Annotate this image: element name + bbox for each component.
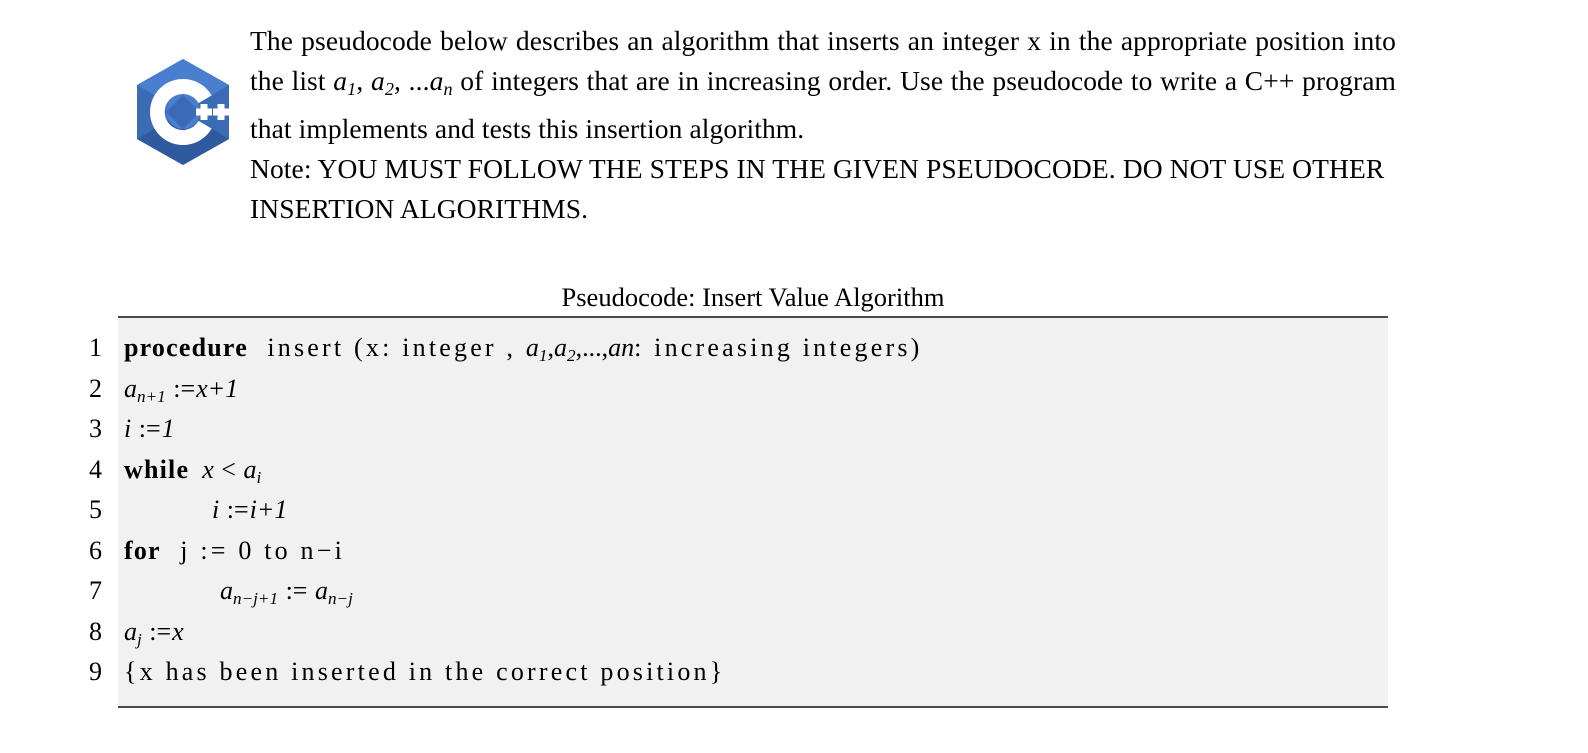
code-line-2: 2 an+1 :=x+1 (89, 369, 1388, 410)
arg-sep-b: ,..., (575, 333, 609, 362)
assign-lhs: an−j+1 (220, 576, 279, 608)
keyword-while: while (124, 454, 190, 484)
assign-rhs: x+1 (196, 373, 239, 403)
line-number: 6 (89, 535, 102, 565)
postcondition-comment: {x has been inserted in the correct posi… (124, 657, 726, 686)
line-number: 5 (89, 495, 102, 524)
condition-rhs: ai (243, 454, 262, 487)
line-number: 8 (89, 616, 102, 646)
prompt-paragraph: The pseudocode below describes an algori… (250, 21, 1396, 229)
assign-rhs: an−j (314, 576, 353, 608)
line-number: 4 (89, 454, 102, 484)
for-loop-expression: j := 0 to n−i (180, 535, 346, 565)
assign-operator: := (149, 616, 172, 646)
line-number: 9 (89, 657, 102, 686)
arg-a1: a1 (525, 333, 548, 365)
code-line-5: 5 i :=i+1 (89, 490, 1388, 531)
list-element-a1: a1 (333, 65, 357, 100)
assign-rhs: x (172, 616, 184, 646)
procedure-args-pre: insert (x: integer , (267, 333, 517, 362)
list-ellipsis: , ... (394, 65, 430, 96)
keyword-for: for (124, 535, 161, 565)
line-number: 7 (89, 576, 102, 605)
code-line-8: 8 aj :=x (89, 612, 1388, 653)
assign-lhs: aj (124, 616, 142, 649)
line-number: 1 (89, 333, 102, 362)
assign-lhs: i (124, 414, 132, 443)
code-line-4: 4 while x < ai (89, 450, 1388, 491)
code-line-content: i :=1 (124, 409, 175, 450)
condition-lhs: x (202, 454, 214, 484)
pseudocode-caption: Pseudocode: Insert Value Algorithm (561, 282, 945, 312)
line-number: 3 (89, 414, 102, 443)
pseudocode-block: 1 procedure insert (x: integer , a1,a2,.… (89, 316, 1388, 708)
code-line-3: 3 i :=1 (89, 409, 1388, 450)
assign-rhs: 1 (161, 414, 175, 443)
keyword-procedure: procedure (124, 333, 248, 362)
assign-lhs: i (212, 495, 220, 524)
procedure-signature-a (248, 333, 267, 362)
assign-operator: := (173, 373, 196, 403)
code-line-9: 9 {x has been inserted in the correct po… (89, 652, 1388, 693)
code-line-1: 1 procedure insert (x: integer , a1,a2,.… (89, 328, 1388, 369)
arg-an: an (608, 333, 635, 362)
list-element-an: an (429, 65, 453, 100)
prompt-header: The pseudocode below describes an algori… (0, 0, 1588, 235)
prompt-note: Note: YOU MUST FOLLOW THE STEPS IN THE G… (250, 153, 1385, 225)
code-line-7: 7 an−j+1 := an−j (89, 571, 1388, 612)
code-line-content: for j := 0 to n−i (124, 531, 345, 572)
relational-operator: < (221, 454, 236, 484)
list-element-a2: a2 (370, 65, 394, 100)
assign-operator: := (138, 414, 161, 443)
prompt-paragraph-1: The pseudocode below describes an algori… (250, 21, 1396, 149)
assign-lhs: an+1 (124, 373, 166, 406)
list-separator-1: , (356, 65, 371, 96)
assign-operator: := (285, 576, 308, 605)
code-line-6: 6 for j := 0 to n−i (89, 531, 1388, 572)
code-line-content: {x has been inserted in the correct posi… (124, 652, 725, 693)
code-line-content: i :=i+1 (124, 490, 287, 531)
line-number: 2 (89, 373, 102, 403)
cpp-logo-icon (133, 57, 233, 167)
arg-a2: a2 (553, 333, 576, 365)
assign-operator: := (226, 495, 249, 524)
assign-rhs: i+1 (249, 495, 288, 524)
procedure-args-post: : increasing integers) (634, 333, 923, 362)
